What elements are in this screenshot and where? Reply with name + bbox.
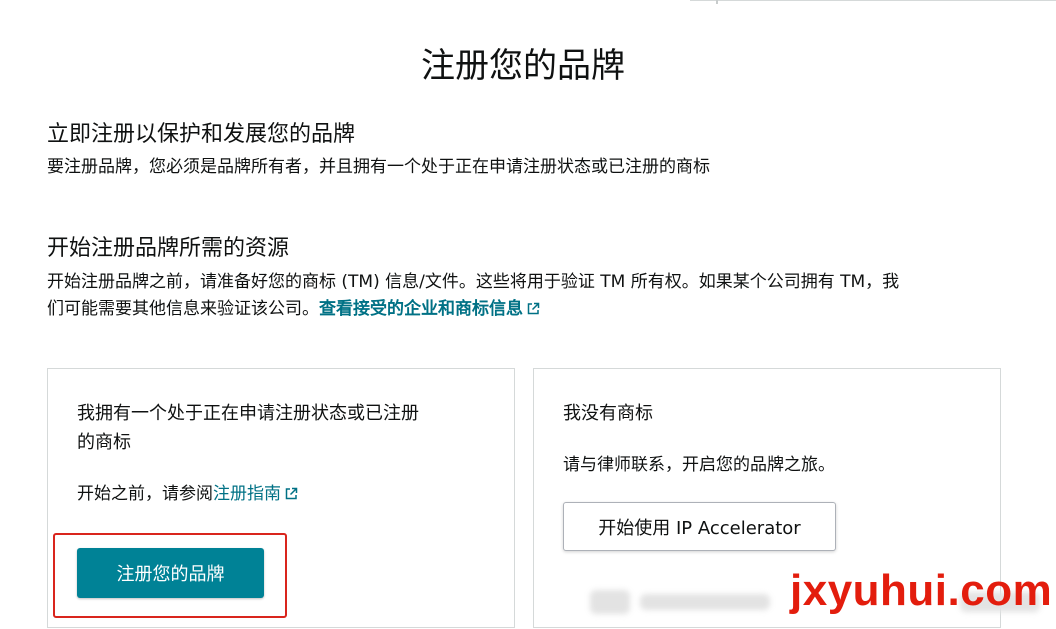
page-title: 注册您的品牌 [421, 46, 625, 86]
resources-text-line2: 们可能需要其他信息来验证该公司。查看接受的企业和商标信息 [47, 295, 540, 326]
resources-heading: 开始注册品牌所需的资源 [47, 236, 290, 261]
accepted-info-link[interactable]: 查看接受的企业和商标信息 [319, 299, 540, 319]
register-brand-button[interactable]: 注册您的品牌 [77, 548, 264, 598]
card-has-tm-title-line1: 我拥有一个处于正在申请注册状态或已注册 [77, 403, 419, 424]
watermark-text: jxyuhui.com [790, 566, 1053, 615]
registration-guide-link-label: 注册指南 [213, 484, 281, 504]
blurred-region [640, 594, 770, 610]
card-no-tm-title: 我没有商标 [563, 403, 653, 424]
top-divider [690, 0, 1056, 5]
register-heading: 立即注册以保护和发展您的品牌 [47, 122, 356, 147]
ip-accelerator-button[interactable]: 开始使用 IP Accelerator [563, 502, 836, 551]
top-divider-tick [716, 0, 718, 4]
card-has-tm-title-line2: 的商标 [77, 432, 131, 453]
external-link-icon [526, 297, 540, 326]
guide-prefix: 开始之前，请参阅 [77, 484, 213, 504]
registration-guide-link[interactable]: 注册指南 [213, 484, 298, 504]
resources-text-line2-label: 们可能需要其他信息来验证该公司。 [47, 299, 319, 319]
card-no-tm-description: 请与律师联系，开启您的品牌之旅。 [563, 455, 835, 475]
register-description: 要注册品牌，您必须是品牌所有者，并且拥有一个处于正在申请注册状态或已注册的商标 [47, 157, 710, 177]
accepted-info-link-label: 查看接受的企业和商标信息 [319, 299, 523, 319]
blurred-region [590, 590, 630, 614]
external-link-icon [284, 481, 298, 512]
card-has-tm-guide: 开始之前，请参阅注册指南 [77, 479, 298, 512]
resources-text-line1: 开始注册品牌之前，请准备好您的商标 (TM) 信息/文件。这些将用于验证 TM … [47, 272, 900, 292]
